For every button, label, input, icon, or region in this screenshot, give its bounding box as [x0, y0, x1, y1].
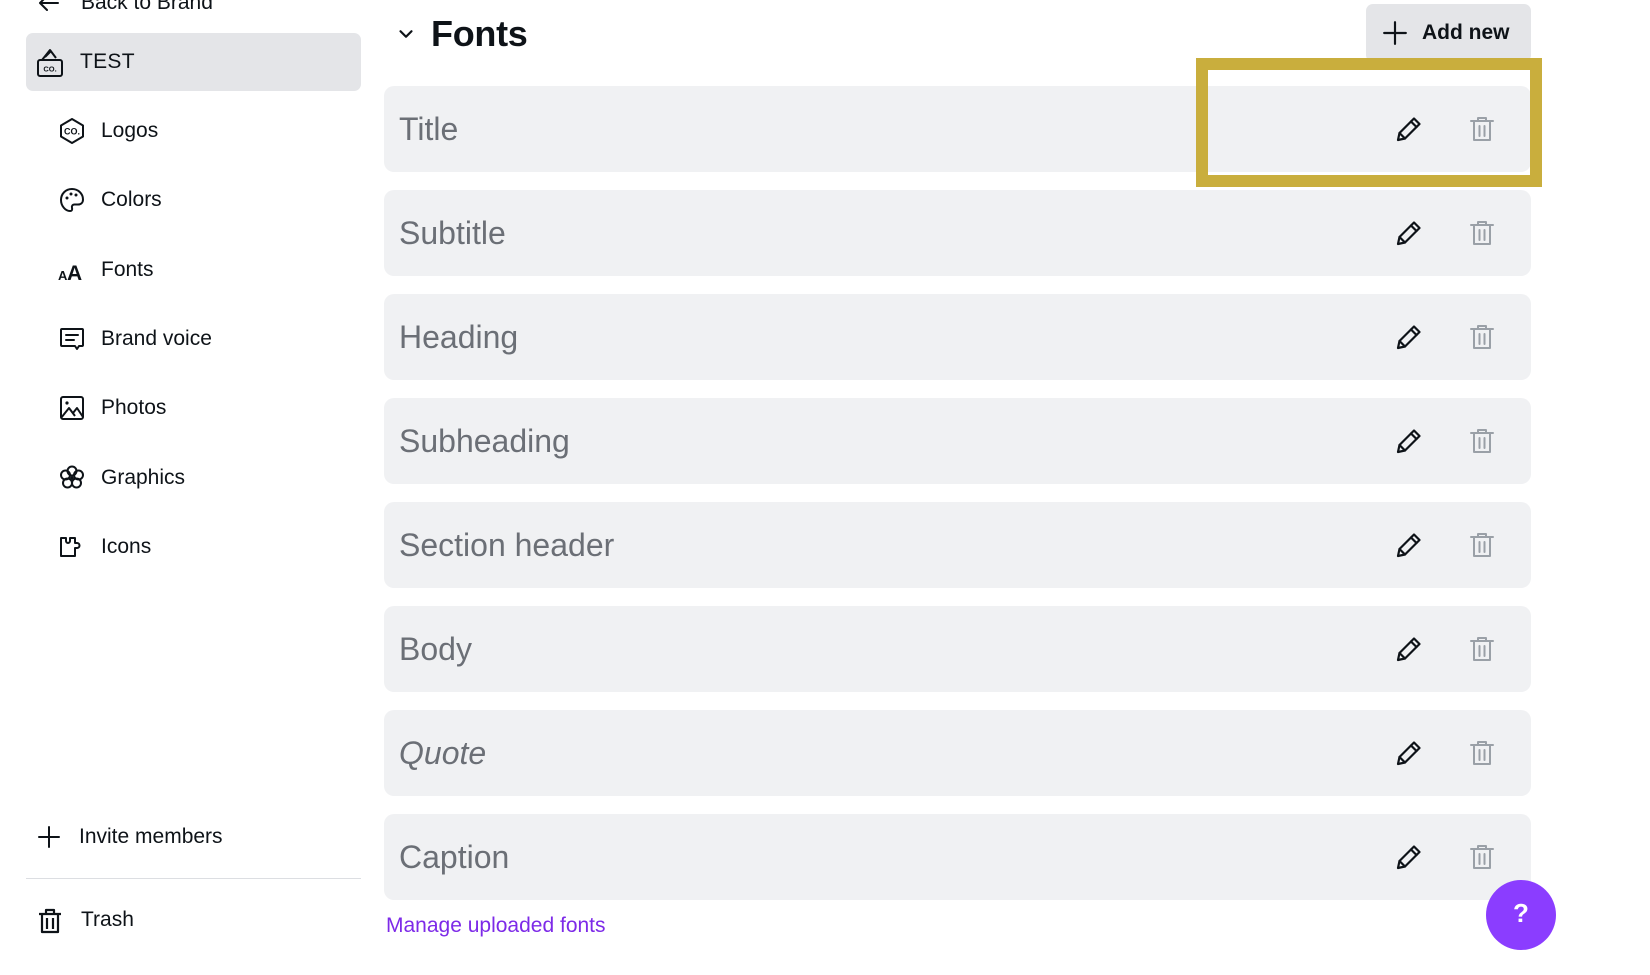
help-icon: ? [1513, 898, 1529, 928]
brand-kit-item[interactable]: CO. TEST [26, 33, 361, 91]
edit-font-button[interactable] [1392, 320, 1426, 354]
font-style-row[interactable]: Subheading [384, 398, 1531, 484]
delete-font-button[interactable] [1465, 320, 1499, 354]
svg-text:CO.: CO. [43, 65, 56, 74]
chevron-down-icon[interactable] [395, 23, 417, 45]
invite-members-button[interactable]: Invite members [37, 817, 223, 857]
trash-icon [1467, 842, 1497, 872]
section-title: Fonts [431, 13, 528, 54]
font-style-name: Subtitle [399, 214, 506, 251]
font-style-row[interactable]: Subtitle [384, 190, 1531, 276]
delete-font-button[interactable] [1465, 112, 1499, 146]
pencil-icon [1394, 634, 1424, 664]
flower-icon [58, 464, 86, 492]
sidebar-item-label: Logos [101, 119, 159, 142]
image-icon [58, 394, 86, 422]
edit-font-button[interactable] [1392, 528, 1426, 562]
svg-text:A: A [67, 262, 82, 284]
font-style-row[interactable]: Title [384, 86, 1531, 172]
font-size-icon: AA [58, 256, 86, 284]
delete-font-button[interactable] [1465, 736, 1499, 770]
font-style-name: Section header [399, 526, 615, 563]
brand-kit-label: TEST [80, 50, 135, 73]
edit-font-button[interactable] [1392, 840, 1426, 874]
pencil-icon [1394, 218, 1424, 248]
fonts-section-header: Fonts [395, 10, 528, 58]
sidebar-item-logos[interactable]: CO. Logos [58, 111, 158, 151]
sidebar-item-brand-voice[interactable]: Brand voice [58, 319, 212, 359]
trash-icon [1467, 738, 1497, 768]
pencil-icon [1394, 530, 1424, 560]
add-new-button[interactable]: Add new [1366, 4, 1531, 62]
arrow-left-icon [39, 0, 59, 11]
back-to-brand-label: Back to Brand [81, 0, 213, 14]
font-style-row[interactable]: Quote [384, 710, 1531, 796]
trash-icon [1467, 634, 1497, 664]
sidebar-item-label: Photos [101, 396, 167, 419]
sidebar-item-photos[interactable]: Photos [58, 388, 166, 428]
sidebar-item-fonts[interactable]: AA Fonts [58, 250, 154, 290]
edit-font-button[interactable] [1392, 736, 1426, 770]
trash-icon [1467, 218, 1497, 248]
pencil-icon [1394, 842, 1424, 872]
edit-font-button[interactable] [1392, 424, 1426, 458]
delete-font-button[interactable] [1465, 840, 1499, 874]
trash-icon [1467, 114, 1497, 144]
font-style-row[interactable]: Heading [384, 294, 1531, 380]
brand-kit-icon: CO. [37, 49, 63, 77]
sidebar-item-colors[interactable]: Colors [58, 180, 162, 220]
plus-icon [1383, 21, 1407, 45]
edit-font-button[interactable] [1392, 112, 1426, 146]
sidebar-item-icons[interactable]: Icons [58, 527, 151, 567]
font-style-row[interactable]: Caption [384, 814, 1531, 900]
trash-icon [1467, 322, 1497, 352]
invite-members-label: Invite members [79, 825, 223, 848]
add-new-label: Add new [1422, 21, 1510, 44]
delete-font-button[interactable] [1465, 216, 1499, 250]
sidebar-item-graphics[interactable]: Graphics [58, 458, 185, 498]
puzzle-icon [58, 533, 86, 561]
font-style-name: Quote [399, 734, 487, 771]
font-style-row[interactable]: Section header [384, 502, 1531, 588]
trash-icon [1467, 426, 1497, 456]
font-style-name: Subheading [399, 422, 570, 459]
help-button[interactable]: ? [1486, 880, 1556, 950]
sidebar-item-trash[interactable]: Trash [37, 900, 134, 940]
palette-icon [58, 186, 86, 214]
font-style-name: Heading [399, 318, 519, 355]
sidebar-item-label: Icons [101, 535, 152, 558]
sidebar-item-label: Graphics [101, 466, 186, 489]
plus-icon [38, 826, 60, 848]
trash-icon [39, 908, 61, 934]
font-style-name: Caption [399, 838, 510, 875]
sidebar-item-label: Fonts [101, 258, 154, 281]
trash-label: Trash [81, 908, 134, 931]
manage-uploaded-fonts-link[interactable]: Manage uploaded fonts [386, 914, 606, 938]
font-style-name: Body [399, 630, 472, 667]
back-to-brand-link[interactable]: Back to Brand [37, 0, 213, 18]
message-icon [58, 325, 86, 353]
pencil-icon [1394, 114, 1424, 144]
font-style-row[interactable]: Body [384, 606, 1531, 692]
pencil-icon [1394, 322, 1424, 352]
pencil-icon [1394, 426, 1424, 456]
sidebar-item-label: Colors [101, 188, 162, 211]
delete-font-button[interactable] [1465, 528, 1499, 562]
edit-font-button[interactable] [1392, 216, 1426, 250]
sidebar-divider [26, 878, 361, 879]
delete-font-button[interactable] [1465, 424, 1499, 458]
sidebar-item-label: Brand voice [101, 327, 212, 350]
logo-hexagon-icon: CO. [58, 117, 86, 145]
edit-font-button[interactable] [1392, 632, 1426, 666]
font-style-name: Title [399, 110, 459, 147]
delete-font-button[interactable] [1465, 632, 1499, 666]
trash-icon [1467, 530, 1497, 560]
pencil-icon [1394, 738, 1424, 768]
svg-text:CO.: CO. [64, 127, 80, 137]
